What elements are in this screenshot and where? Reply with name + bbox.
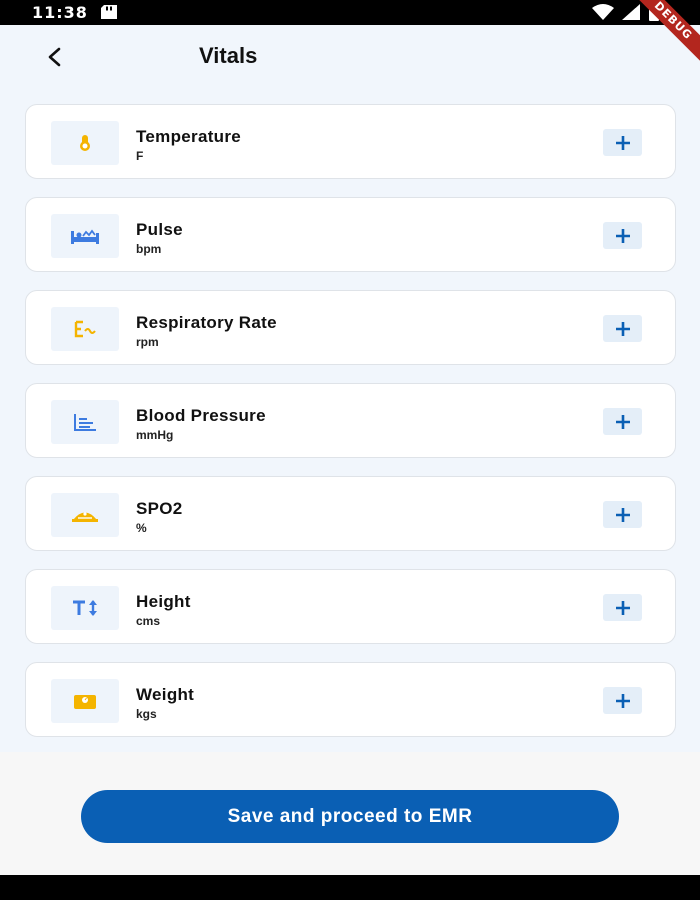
vitals-screen: Vitals Temperature F Pulse bpm Respirato… bbox=[0, 25, 700, 875]
vital-card-temperature[interactable]: Temperature F bbox=[25, 104, 676, 179]
vital-icon-box bbox=[51, 493, 119, 537]
vital-name: Weight bbox=[136, 685, 195, 704]
vital-icon-box bbox=[51, 400, 119, 444]
vital-unit: % bbox=[136, 521, 147, 535]
height-icon bbox=[73, 600, 97, 616]
vital-unit: mmHg bbox=[136, 428, 174, 442]
vital-card-respiratory-rate[interactable]: Respiratory Rate rpm bbox=[25, 290, 676, 365]
add-temperature-button[interactable] bbox=[603, 129, 642, 156]
vital-icon-box bbox=[51, 307, 119, 351]
vital-card-weight[interactable]: Weight kgs bbox=[25, 662, 676, 737]
add-pulse-button[interactable] bbox=[603, 222, 642, 249]
breath-icon bbox=[74, 320, 96, 338]
vital-unit: cms bbox=[136, 614, 161, 628]
navigation-bar bbox=[0, 875, 700, 900]
vital-unit: bpm bbox=[136, 242, 162, 256]
scale-icon bbox=[74, 695, 96, 709]
status-time: 11:38 bbox=[32, 3, 88, 22]
plus-icon bbox=[615, 228, 630, 243]
vital-unit: kgs bbox=[136, 707, 157, 721]
sd-card-icon bbox=[101, 5, 117, 19]
signal-icon bbox=[622, 4, 640, 20]
vital-card-blood-pressure[interactable]: Blood Pressure mmHg bbox=[25, 383, 676, 458]
wifi-icon bbox=[592, 4, 614, 20]
back-button[interactable] bbox=[40, 41, 68, 73]
vital-name: SPO2 bbox=[136, 499, 183, 518]
add-weight-button[interactable] bbox=[603, 687, 642, 714]
bed-icon bbox=[71, 229, 99, 244]
plus-icon bbox=[615, 693, 630, 708]
vital-card-pulse[interactable]: Pulse bpm bbox=[25, 197, 676, 272]
thermometer-icon bbox=[80, 135, 90, 151]
plus-icon bbox=[615, 321, 630, 336]
back-arrow-icon bbox=[48, 47, 61, 67]
add-height-button[interactable] bbox=[603, 594, 642, 621]
oxygen-icon bbox=[72, 512, 98, 522]
vital-unit: rpm bbox=[136, 335, 159, 349]
vital-icon-box bbox=[51, 679, 119, 723]
app-bar: Vitals bbox=[0, 25, 700, 89]
chart-icon bbox=[74, 414, 96, 431]
vital-name: Respiratory Rate bbox=[136, 313, 277, 332]
vital-unit: F bbox=[136, 149, 144, 163]
vital-name: Height bbox=[136, 592, 191, 611]
plus-icon bbox=[615, 414, 630, 429]
page-title: Vitals bbox=[199, 43, 258, 68]
plus-icon bbox=[615, 135, 630, 150]
vital-icon-box bbox=[51, 214, 119, 258]
plus-icon bbox=[615, 600, 630, 615]
vital-name: Temperature bbox=[136, 127, 242, 146]
bottom-panel: Save and proceed to EMR bbox=[0, 752, 700, 875]
add-blood-pressure-button[interactable] bbox=[603, 408, 642, 435]
status-bar: 11:38 bbox=[0, 0, 700, 25]
add-spo2-button[interactable] bbox=[603, 501, 642, 528]
vital-card-height[interactable]: Height cms bbox=[25, 569, 676, 644]
vital-name: Pulse bbox=[136, 220, 183, 239]
vitals-list: Temperature F Pulse bpm Respiratory Rate… bbox=[25, 104, 676, 755]
vital-name: Blood Pressure bbox=[136, 406, 266, 425]
vital-card-spo2[interactable]: SPO2 % bbox=[25, 476, 676, 551]
add-respiratory-rate-button[interactable] bbox=[603, 315, 642, 342]
save-and-proceed-button[interactable]: Save and proceed to EMR bbox=[81, 790, 619, 843]
vital-icon-box bbox=[51, 586, 119, 630]
plus-icon bbox=[615, 507, 630, 522]
vital-icon-box bbox=[51, 121, 119, 165]
